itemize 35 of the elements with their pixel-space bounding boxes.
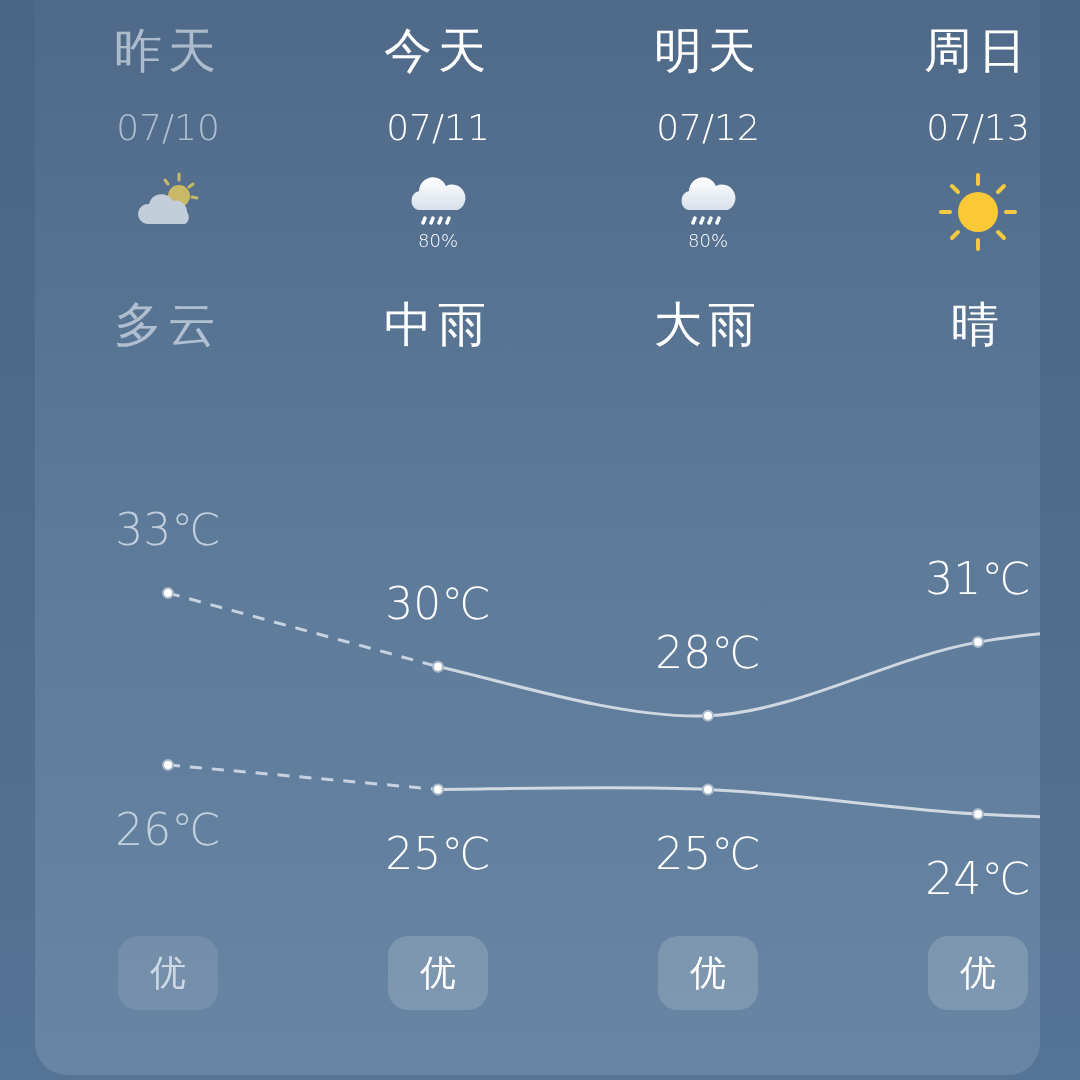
precipitation-chance: 80% — [688, 232, 728, 250]
temperature-label: 30℃ — [385, 577, 491, 629]
weather-condition: 大雨 — [654, 300, 762, 348]
temperature-point — [432, 783, 444, 796]
temperature-label: 25℃ — [655, 828, 761, 880]
weather-condition: 多云 — [114, 300, 222, 348]
precipitation-chance: 80% — [418, 232, 458, 250]
temperature-point — [972, 808, 984, 820]
date: 07/13 — [926, 110, 1030, 146]
air-quality-badge: 优 — [388, 936, 488, 1010]
weather-condition: 晴 — [951, 300, 1005, 348]
temperature-label: 24℃ — [925, 853, 1031, 904]
temperature-label: 28℃ — [655, 626, 761, 678]
temperature-point — [702, 709, 714, 722]
day-name: 昨天 — [114, 26, 222, 74]
weather-condition: 中雨 — [384, 300, 492, 348]
date: 07/11 — [386, 110, 490, 146]
temperature-point — [432, 660, 444, 673]
date: 07/10 — [116, 110, 220, 146]
temperature-label: 33℃ — [115, 504, 221, 555]
air-quality-badge: 优 — [658, 936, 758, 1010]
air-quality-badge: 优 — [118, 936, 218, 1010]
date: 07/12 — [656, 110, 760, 146]
temperature-label: 26℃ — [115, 803, 221, 855]
temperature-label: 31℃ — [925, 553, 1031, 605]
temperature-point — [972, 636, 984, 649]
sun-icon — [938, 172, 1018, 252]
temperature-label: 25℃ — [385, 828, 491, 880]
day-name: 周日 — [924, 26, 1032, 74]
temperature-point — [162, 587, 174, 599]
day-name: 今天 — [384, 26, 492, 74]
air-quality-badge: 优 — [928, 936, 1028, 1010]
temperature-point — [702, 783, 714, 796]
day-name: 明天 — [654, 26, 762, 74]
temperature-point — [162, 758, 174, 771]
